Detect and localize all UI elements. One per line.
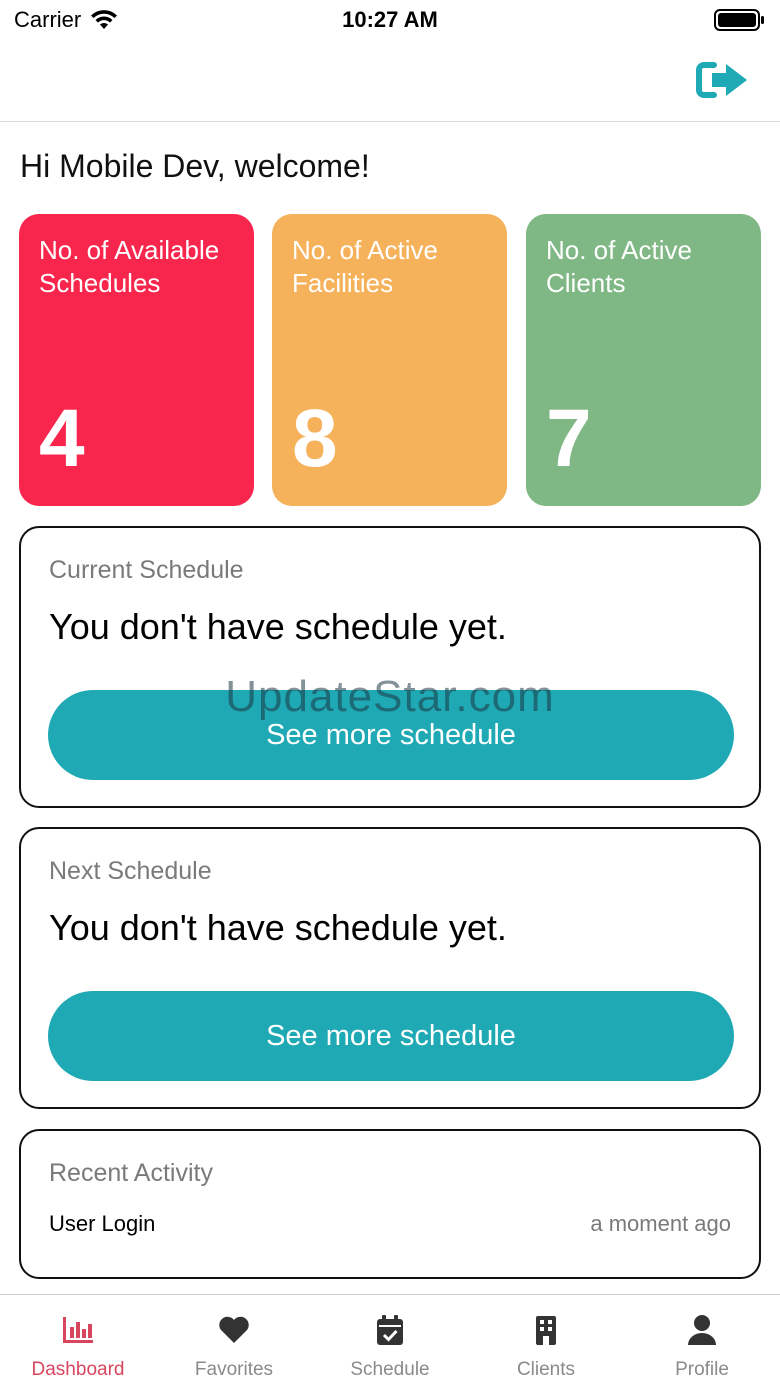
recent-activity-panel: Recent Activity User Login a moment ago	[19, 1129, 761, 1279]
tab-clients[interactable]: Clients	[468, 1295, 624, 1387]
greeting-heading: Hi Mobile Dev, welcome!	[20, 148, 370, 184]
heart-icon	[219, 1316, 249, 1343]
panel-message: You don't have schedule yet.	[49, 606, 507, 647]
current-schedule-panel: Current Schedule You don't have schedule…	[19, 526, 761, 808]
tab-favorites[interactable]: Favorites	[156, 1295, 312, 1387]
see-more-schedule-button[interactable]: See more schedule	[48, 991, 734, 1081]
stat-card-available-schedules[interactable]: No. of Available Schedules 4	[19, 214, 254, 506]
tab-label: Dashboard	[31, 1359, 125, 1380]
building-icon	[536, 1316, 556, 1345]
tab-bar: Dashboard Favorites Schedule Clients Pro…	[0, 1294, 780, 1387]
tab-label: Schedule	[350, 1359, 430, 1380]
stat-card-active-clients[interactable]: No. of Active Clients 7	[526, 214, 761, 506]
stat-value: 8	[292, 393, 338, 484]
tab-profile[interactable]: Profile	[624, 1295, 780, 1387]
next-schedule-panel: Next Schedule You don't have schedule ye…	[19, 827, 761, 1109]
tab-label: Clients	[516, 1359, 576, 1380]
carrier-indicator: Carrier	[14, 7, 119, 33]
battery-icon	[714, 9, 764, 31]
panel-title: Recent Activity	[49, 1159, 213, 1187]
see-more-schedule-button[interactable]: See more schedule	[48, 690, 734, 780]
panel-title: Current Schedule	[49, 556, 244, 584]
tab-label: Profile	[675, 1359, 729, 1380]
logout-button[interactable]	[694, 58, 752, 102]
stat-value: 4	[39, 393, 85, 484]
bar-chart-icon	[63, 1317, 93, 1343]
tab-label: Favorites	[194, 1359, 274, 1380]
list-item: User Login a moment ago	[49, 1211, 731, 1237]
user-icon	[688, 1315, 716, 1345]
panel-message: You don't have schedule yet.	[49, 907, 507, 948]
logout-icon	[696, 62, 747, 98]
tab-dashboard[interactable]: Dashboard	[0, 1295, 156, 1387]
wifi-icon	[91, 10, 118, 29]
activity-name: User Login	[49, 1211, 156, 1236]
panel-title: Next Schedule	[49, 857, 212, 885]
stat-label: No. of Available Schedules	[39, 235, 220, 298]
activity-time: a moment ago	[590, 1211, 731, 1236]
stat-label: No. of Active Clients	[546, 235, 692, 298]
stat-value: 7	[546, 393, 592, 484]
carrier-label: Carrier	[14, 7, 82, 32]
nav-bar	[0, 44, 780, 122]
stat-label: No. of Active Facilities	[292, 235, 438, 298]
status-bar: Carrier 10:27 AM	[0, 0, 780, 44]
calendar-check-icon	[377, 1315, 403, 1345]
stat-card-active-facilities[interactable]: No. of Active Facilities 8	[272, 214, 507, 506]
tab-schedule[interactable]: Schedule	[312, 1295, 468, 1387]
